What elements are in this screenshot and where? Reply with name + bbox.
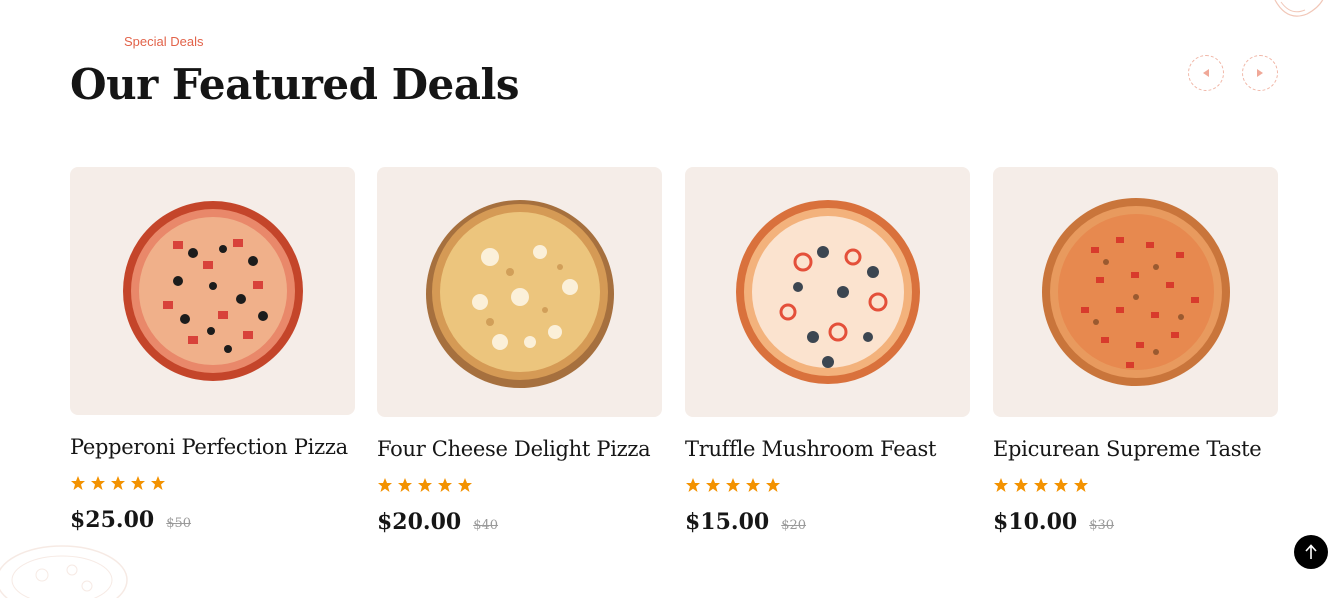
star-icon bbox=[1054, 478, 1068, 492]
product-name[interactable]: Four Cheese Delight Pizza bbox=[377, 435, 662, 463]
original-price: $40 bbox=[473, 518, 499, 533]
carousel-next-button[interactable] bbox=[1242, 55, 1278, 91]
star-icon bbox=[418, 478, 432, 492]
star-icon bbox=[994, 478, 1008, 492]
section-eyebrow: Special Deals bbox=[124, 34, 204, 49]
current-price: $15.00 bbox=[685, 509, 770, 535]
carousel-prev-button[interactable] bbox=[1188, 55, 1224, 91]
star-icon bbox=[91, 476, 105, 490]
price-row: $20.00 $40 bbox=[377, 509, 662, 535]
product-image[interactable] bbox=[70, 167, 355, 415]
star-icon bbox=[1034, 478, 1048, 492]
star-icon bbox=[71, 476, 85, 490]
rating-stars bbox=[70, 475, 355, 491]
four-cheese-pizza-image bbox=[425, 200, 614, 388]
scroll-to-top-button[interactable] bbox=[1294, 535, 1328, 569]
triangle-right-icon bbox=[1257, 69, 1263, 77]
product-image[interactable] bbox=[377, 167, 662, 417]
truffle-mushroom-pizza-image bbox=[735, 200, 920, 384]
pizza-sketch-decoration bbox=[1274, 0, 1324, 17]
price-row: $15.00 $20 bbox=[685, 509, 970, 535]
product-image[interactable] bbox=[685, 167, 970, 417]
price-row: $25.00 $50 bbox=[70, 507, 355, 533]
product-name[interactable]: Pepperoni Perfection Pizza bbox=[70, 433, 355, 461]
original-price: $50 bbox=[166, 516, 192, 531]
supreme-pizza-image bbox=[1041, 198, 1230, 386]
star-icon bbox=[1014, 478, 1028, 492]
star-icon bbox=[706, 478, 720, 492]
current-price: $10.00 bbox=[993, 509, 1078, 535]
product-card[interactable]: Truffle Mushroom Feast $15.00 $20 bbox=[685, 167, 970, 535]
rating-stars bbox=[993, 477, 1278, 493]
product-name[interactable]: Truffle Mushroom Feast bbox=[685, 435, 970, 463]
original-price: $20 bbox=[781, 518, 807, 533]
section-title: Our Featured Deals bbox=[70, 60, 520, 109]
current-price: $25.00 bbox=[70, 507, 155, 533]
star-icon bbox=[686, 478, 700, 492]
product-image[interactable] bbox=[993, 167, 1278, 417]
arrow-up-icon bbox=[1305, 544, 1317, 559]
star-icon bbox=[151, 476, 165, 490]
star-icon bbox=[746, 478, 760, 492]
star-icon bbox=[378, 478, 392, 492]
price-row: $10.00 $30 bbox=[993, 509, 1278, 535]
pepperoni-pizza-image bbox=[122, 201, 303, 381]
triangle-left-icon bbox=[1203, 69, 1209, 77]
rating-stars bbox=[377, 477, 662, 493]
product-card[interactable]: Epicurean Supreme Taste $10.00 $30 bbox=[993, 167, 1278, 535]
star-icon bbox=[438, 478, 452, 492]
product-card[interactable]: Four Cheese Delight Pizza $20.00 $40 bbox=[377, 167, 662, 535]
original-price: $30 bbox=[1089, 518, 1115, 533]
product-card[interactable]: Pepperoni Perfection Pizza $25.00 $50 bbox=[70, 167, 355, 533]
star-icon bbox=[458, 478, 472, 492]
current-price: $20.00 bbox=[377, 509, 462, 535]
star-icon bbox=[111, 476, 125, 490]
star-icon bbox=[766, 478, 780, 492]
star-icon bbox=[398, 478, 412, 492]
product-name[interactable]: Epicurean Supreme Taste bbox=[993, 435, 1278, 463]
star-icon bbox=[1074, 478, 1088, 492]
star-icon bbox=[726, 478, 740, 492]
star-icon bbox=[131, 476, 145, 490]
rating-stars bbox=[685, 477, 970, 493]
